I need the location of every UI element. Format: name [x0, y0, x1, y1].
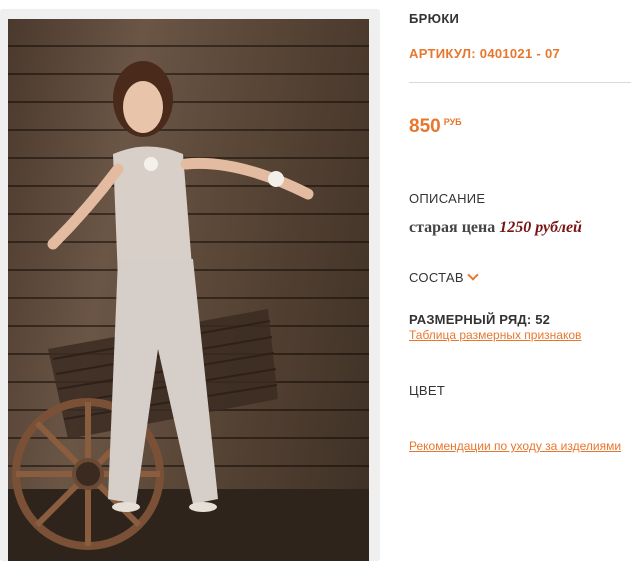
size-row: РАЗМЕРНЫЙ РЯД: 52: [409, 312, 551, 327]
product-price: 850 РУБ: [409, 116, 462, 138]
divider: [409, 82, 631, 83]
chevron-down-icon[interactable]: [467, 269, 479, 281]
product-photo-illustration: [8, 61, 369, 561]
size-table-link[interactable]: Таблица размерных признаков: [409, 328, 581, 342]
price-currency: РУБ: [443, 117, 462, 127]
color-label: ЦВЕТ: [409, 383, 446, 398]
description-label: ОПИСАНИЕ: [409, 191, 486, 206]
product-title: БРЮКИ: [409, 11, 460, 26]
old-price-label: старая цена: [409, 219, 496, 236]
product-photo[interactable]: [8, 19, 369, 561]
product-article: АРТИКУЛ: 0401021 - 07: [409, 46, 561, 61]
product-image-frame: [0, 9, 380, 561]
composition-toggle[interactable]: СОСТАВ: [409, 269, 479, 285]
care-recommendations-link[interactable]: Рекомендации по уходу за изделиями: [409, 439, 621, 453]
price-value: 850: [409, 116, 441, 137]
description-text: старая цена 1250 рублей: [409, 219, 582, 237]
composition-label: СОСТАВ: [409, 270, 464, 285]
old-price-value: 1250 рублей: [499, 219, 582, 236]
